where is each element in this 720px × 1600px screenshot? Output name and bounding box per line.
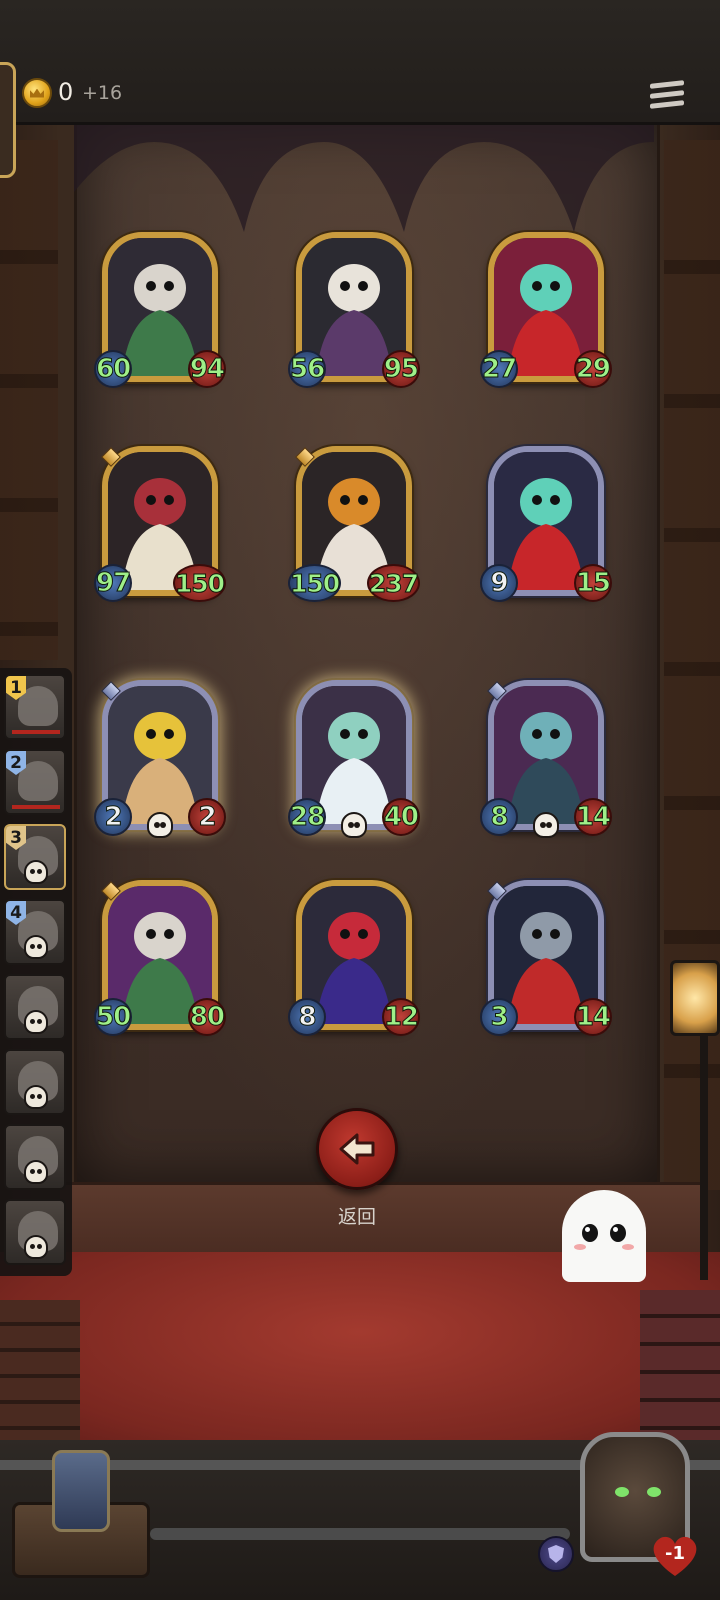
unit-card-moth-beast[interactable]: 28 40 (288, 680, 420, 838)
health-bar (12, 805, 60, 809)
back-button-label: 返回 (337, 1206, 376, 1228)
coin-icon (22, 78, 52, 108)
heart-icon: -1 (650, 1534, 700, 1578)
skull-icon (24, 935, 48, 959)
health-stat: 150 (172, 564, 226, 602)
shield-emblem (548, 1545, 564, 1563)
attack-stat: 3 (480, 998, 518, 1036)
attack-stat: 8 (480, 798, 518, 836)
book-stack-right (640, 1290, 720, 1440)
unit-card-spirit-summoner[interactable]: 27 29 (480, 232, 612, 390)
skull-icon (24, 860, 48, 884)
menu-line (650, 90, 684, 99)
arrow-left-icon (339, 1133, 375, 1165)
attack-stat: 50 (94, 998, 133, 1036)
cat-eye (615, 1487, 629, 1497)
back-button[interactable] (316, 1108, 398, 1190)
unit-card-reaper[interactable]: 60 94 (94, 232, 226, 390)
ghost-eye (582, 1224, 598, 1242)
menu-line (650, 80, 684, 89)
attack-stat: 150 (288, 564, 342, 602)
timeline-slot[interactable]: 3 (4, 824, 66, 890)
health-stat: 94 (187, 350, 226, 388)
attack-stat: 28 (288, 798, 327, 836)
unit-card-reaper-2[interactable]: 50 80 (94, 880, 226, 1038)
turn-timeline: 1 2 3 4 (0, 668, 72, 1276)
deck-chest[interactable] (12, 1450, 150, 1582)
timeline-slot[interactable]: 1 (4, 674, 66, 740)
health-stat: 15 (573, 564, 612, 602)
unit-card-spirit-summoner-2[interactable]: 9 15 (480, 446, 612, 604)
skull-icon (533, 812, 559, 838)
attack-stat: 9 (480, 564, 518, 602)
skull-icon (24, 1010, 48, 1034)
timeline-slot[interactable] (4, 1049, 66, 1115)
unit-card-pumpkin-golem[interactable]: 150 237 (288, 446, 420, 604)
unit-card-harlequin-knight[interactable]: 97 150 (94, 446, 226, 604)
ghost-eye (610, 1224, 626, 1242)
health-stat: 29 (573, 350, 612, 388)
book-stack-left (0, 1300, 80, 1440)
menu-line (650, 100, 684, 109)
attack-stat: 2 (94, 798, 132, 836)
health-stat: 95 (381, 350, 420, 388)
timeline-slot[interactable]: 4 (4, 899, 66, 965)
ghost-cheek (574, 1244, 586, 1250)
health-stat: 12 (381, 998, 420, 1036)
deck-card-icon (52, 1450, 110, 1532)
gothic-arches (74, 122, 654, 232)
attack-stat: 56 (288, 350, 327, 388)
coin-bonus: +16 (82, 82, 123, 104)
health-stat: 14 (573, 998, 612, 1036)
unit-card-puppet-boy[interactable]: 22 (94, 680, 226, 838)
coin-count: 0 (58, 78, 74, 106)
top-bar: 0 +16 (0, 0, 720, 178)
unit-card-stitched-rabbit[interactable]: 8 14 (480, 680, 612, 838)
health-stat: 14 (573, 798, 612, 836)
ghost-cheek (622, 1244, 634, 1250)
lantern-icon (670, 960, 720, 1036)
unit-card-skull-mage[interactable]: 56 95 (288, 232, 420, 390)
health-stat: 237 (366, 564, 420, 602)
health-bar (12, 730, 60, 734)
carpet (0, 1252, 720, 1452)
unit-card-punk-rat[interactable]: 3 14 (480, 880, 612, 1038)
attack-stat: 60 (94, 350, 133, 388)
hero-health: -1 (665, 1542, 685, 1564)
skull-icon (24, 1160, 48, 1184)
unit-card-clown-jester[interactable]: 8 12 (288, 880, 420, 1038)
skull-icon (147, 812, 173, 838)
skull-icon (341, 812, 367, 838)
health-stat: 2 (188, 798, 226, 836)
menu-button[interactable] (650, 80, 684, 118)
cat-eye (647, 1487, 661, 1497)
timeline-slot[interactable] (4, 1124, 66, 1190)
attack-stat: 8 (288, 998, 326, 1036)
bookshelf-left (0, 140, 58, 660)
skull-icon (24, 1235, 48, 1259)
attack-stat: 27 (480, 350, 519, 388)
crown-icon (30, 88, 44, 98)
side-tab[interactable] (0, 62, 16, 178)
timeline-slot[interactable]: 2 (4, 749, 66, 815)
ghost-mascot[interactable] (562, 1190, 646, 1282)
health-stat: 40 (381, 798, 420, 836)
rail (150, 1528, 570, 1540)
skull-icon (24, 1085, 48, 1109)
timeline-slot[interactable] (4, 974, 66, 1040)
timeline-slot[interactable] (4, 1199, 66, 1265)
attack-stat: 97 (94, 564, 133, 602)
health-stat: 80 (187, 998, 226, 1036)
shield-icon[interactable] (538, 1536, 574, 1572)
